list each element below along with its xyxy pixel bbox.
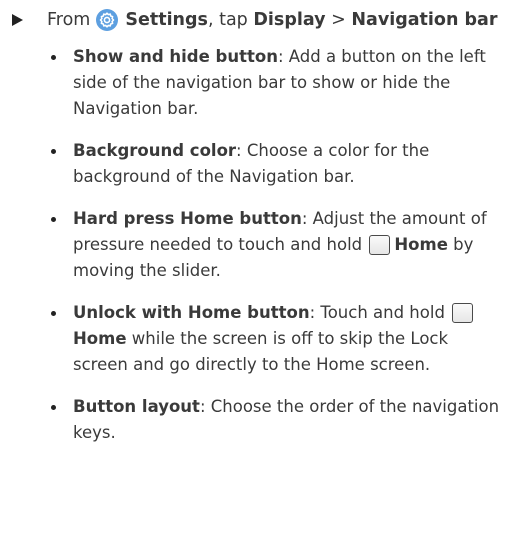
bullet-icon [51, 55, 56, 60]
home-label: Home [73, 329, 127, 348]
item-term: Show and hide button [73, 47, 278, 66]
item-term: Background color [73, 141, 237, 160]
lead-middle: , tap [207, 10, 248, 30]
home-label: Home [394, 235, 448, 254]
instruction-step: From Settings , tap Display > Navigation… [12, 4, 517, 36]
option-list: Show and hide button: Add a button on th… [51, 44, 506, 462]
list-item: Background color: Choose a color for the… [51, 138, 506, 190]
breadcrumb-separator: > [331, 10, 346, 30]
list-item: Button layout: Choose the order of the n… [51, 394, 506, 446]
manual-page: From Settings , tap Display > Navigation… [0, 0, 521, 548]
list-item: Hard press Home button: Adjust the amoun… [51, 206, 506, 284]
item-term: Button layout [73, 397, 200, 416]
triangle-right-icon [12, 14, 23, 26]
bullet-icon [51, 311, 56, 316]
bullet-icon [51, 217, 56, 222]
home-button-icon [369, 235, 391, 255]
item-text: while the screen is off to skip the Lock… [73, 329, 449, 374]
item-term: Hard press Home button [73, 209, 302, 228]
bullet-icon [51, 149, 56, 154]
lead-prefix: From [47, 10, 91, 30]
gear-icon [96, 9, 119, 31]
display-label: Display [253, 10, 326, 30]
navigation-bar-label: Navigation bar [351, 10, 498, 30]
bullet-icon [51, 405, 56, 410]
item-text: : Touch and hold [309, 303, 445, 322]
settings-label: Settings [125, 10, 208, 30]
item-term: Unlock with Home button [73, 303, 310, 322]
list-item: Show and hide button: Add a button on th… [51, 44, 506, 122]
list-item: Unlock with Home button: Touch and hold … [51, 300, 506, 378]
home-button-icon [452, 303, 474, 323]
